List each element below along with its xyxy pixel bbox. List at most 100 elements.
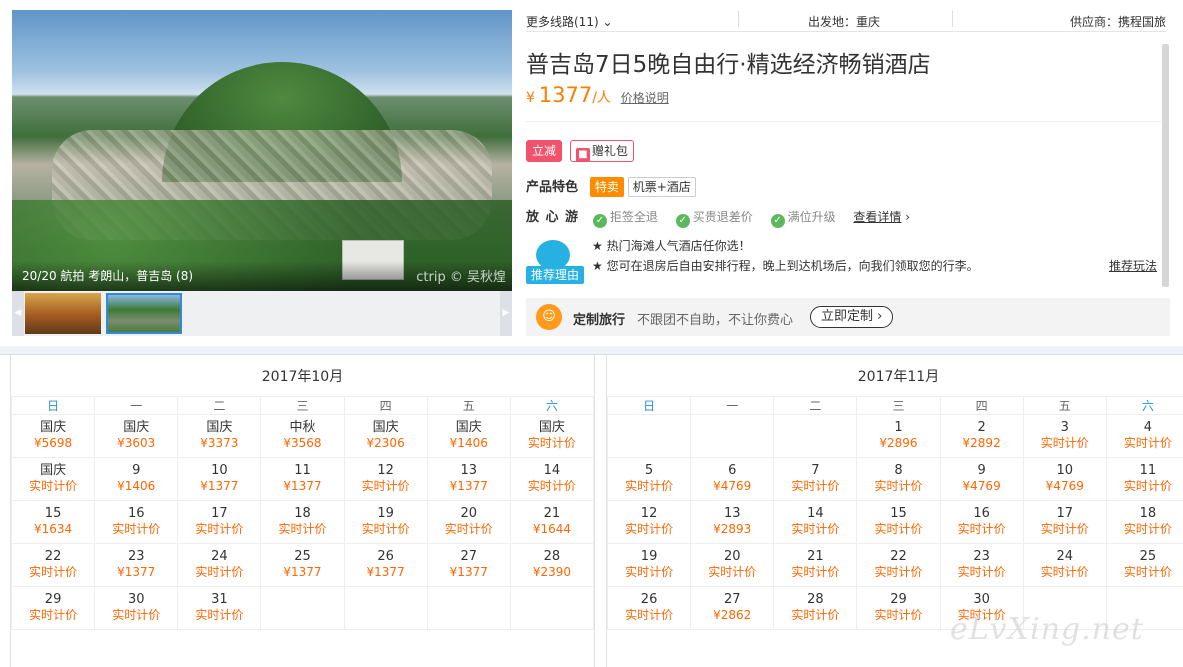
calendar-day-price: ¥2390 bbox=[532, 565, 572, 579]
calendar-day-cell[interactable]: 5 实时计价 bbox=[606, 457, 692, 501]
calendar-day-cell[interactable]: 10 ¥4769 bbox=[1022, 457, 1107, 501]
calendar-day-label: 16 bbox=[127, 506, 145, 521]
calendar-day-cell[interactable]: 4 实时计价 bbox=[1105, 414, 1183, 458]
assurance-item: ✓ 拒签全退 bbox=[592, 210, 658, 228]
price-unit: /人 bbox=[592, 90, 611, 106]
calendar-day-cell[interactable]: 16 实时计价 bbox=[939, 500, 1024, 544]
calendar-day-cell[interactable]: 19 实时计价 bbox=[343, 500, 428, 544]
calendar-day-cell[interactable]: 国庆 实时计价 bbox=[509, 414, 595, 458]
recommend-play-link[interactable]: 推荐玩法 bbox=[1109, 257, 1157, 274]
calendar-day-cell[interactable]: 28 ¥2390 bbox=[509, 543, 595, 587]
calendar-weeks: 1 ¥2896 2 ¥2892 3 实时计价 4 实时计价 5 实时计价 6 ¥4769 7 实时计价 8 实… bbox=[606, 414, 1183, 630]
calendar-day-cell[interactable]: 15 ¥1634 bbox=[10, 500, 96, 544]
calendar-day-price: ¥2896 bbox=[879, 436, 918, 450]
check-icon: ✓ bbox=[675, 214, 690, 228]
calendar-day-cell[interactable]: 24 实时计价 bbox=[1022, 543, 1107, 587]
calendar-day-cell[interactable]: 13 ¥2893 bbox=[690, 500, 775, 544]
hero-photo[interactable]: 20/20 航拍 考朗山，普吉岛 (8) ctrip © 吴秋煌 bbox=[12, 10, 512, 291]
scrollbar[interactable] bbox=[1162, 44, 1169, 287]
calendar-day-cell[interactable]: 国庆 ¥3373 bbox=[177, 414, 262, 458]
thumb-prev-icon[interactable]: ◀ bbox=[12, 291, 24, 336]
calendar-day-cell[interactable]: 23 实时计价 bbox=[939, 543, 1024, 587]
calendar-day-cell[interactable]: 14 实时计价 bbox=[509, 457, 595, 501]
recommend-line: ★ 您可在退房后自由安排行程，晚上到达机场后，向我们领取您的行李。 bbox=[592, 259, 979, 273]
calendar-day-cell[interactable]: 30 实时计价 bbox=[94, 586, 179, 630]
calendar-day-cell[interactable]: 国庆 ¥5698 bbox=[10, 414, 96, 458]
calendar-day-cell[interactable]: 8 实时计价 bbox=[856, 457, 941, 501]
calendar-day-cell[interactable]: 1 ¥2896 bbox=[856, 414, 941, 458]
calendar-day-cell[interactable]: 25 实时计价 bbox=[1105, 543, 1183, 587]
assurance-detail-link[interactable]: 查看详情 bbox=[853, 210, 901, 224]
feature-chip-flight-hotel: 机票+酒店 bbox=[627, 177, 696, 197]
calendar-day-cell[interactable]: 21 实时计价 bbox=[773, 543, 858, 587]
calendar-day-cell[interactable]: 6 ¥4769 bbox=[690, 457, 775, 501]
calendar-day-price: 实时计价 bbox=[195, 608, 244, 622]
calendar-day-cell[interactable]: 19 实时计价 bbox=[606, 543, 692, 587]
weekday-label: 日 bbox=[10, 396, 96, 415]
calendar-day-cell[interactable]: 2 ¥2892 bbox=[939, 414, 1024, 458]
calendar-day-cell[interactable]: 23 ¥1377 bbox=[94, 543, 179, 587]
more-routes-dropdown[interactable]: 更多线路(11) ⌄ bbox=[526, 13, 613, 30]
thumb-next-icon[interactable]: ▶ bbox=[500, 291, 512, 336]
calendar-day-cell[interactable]: 29 实时计价 bbox=[10, 586, 96, 630]
calendar-day-cell[interactable]: 16 实时计价 bbox=[94, 500, 179, 544]
weekday-label: 一 bbox=[94, 396, 179, 415]
calendar-day-cell[interactable]: 25 ¥1377 bbox=[260, 543, 345, 587]
calendar-day-cell[interactable]: 10 ¥1377 bbox=[177, 457, 262, 501]
calendar-day-cell[interactable]: 20 实时计价 bbox=[426, 500, 511, 544]
calendar-day-label: 7 bbox=[811, 463, 820, 478]
calendar-day-cell[interactable]: 17 实时计价 bbox=[177, 500, 262, 544]
calendar-day-label: 17 bbox=[211, 506, 228, 521]
customize-now-button[interactable]: 立即定制 › bbox=[810, 306, 894, 328]
thumbnail-temple[interactable] bbox=[25, 293, 101, 334]
thumbnail-aerial[interactable] bbox=[106, 293, 182, 334]
calendar-day-cell[interactable]: 21 ¥1644 bbox=[509, 500, 595, 544]
calendar-day-cell[interactable]: 22 实时计价 bbox=[856, 543, 941, 587]
calendar-day-cell[interactable]: 27 ¥2862 bbox=[690, 586, 775, 630]
calendar-day-cell[interactable]: 12 实时计价 bbox=[343, 457, 428, 501]
calendar-day-cell[interactable]: 3 实时计价 bbox=[1022, 414, 1107, 458]
calendar-day-price: ¥1377 bbox=[283, 479, 322, 493]
price-explain-link[interactable]: 价格说明 bbox=[621, 91, 669, 105]
calendar-day-cell[interactable]: 29 实时计价 bbox=[856, 586, 941, 630]
calendar-day-label: 27 bbox=[723, 592, 741, 607]
calendar-day-label: 国庆 bbox=[123, 420, 150, 435]
calendar-day-cell[interactable]: 24 实时计价 bbox=[177, 543, 262, 587]
weekday-label: 二 bbox=[773, 396, 858, 415]
calendar-day-cell[interactable]: 18 实时计价 bbox=[260, 500, 345, 544]
calendar-day-cell[interactable]: 9 ¥1406 bbox=[94, 457, 179, 501]
calendar-day-label: 国庆 bbox=[40, 420, 67, 435]
calendar-day-cell[interactable]: 7 实时计价 bbox=[773, 457, 858, 501]
calendar-day-cell[interactable]: 9 ¥4769 bbox=[939, 457, 1024, 501]
calendar-day-price: 实时计价 bbox=[874, 565, 923, 579]
calendar-day-cell[interactable]: 国庆 实时计价 bbox=[10, 457, 96, 501]
instant-discount-tag[interactable]: 立减 bbox=[526, 140, 563, 162]
calendar-day-cell[interactable]: 中秋 ¥3568 bbox=[260, 414, 345, 458]
calendar-day-cell[interactable]: 国庆 ¥2306 bbox=[343, 414, 428, 458]
calendar-day-label: 31 bbox=[211, 592, 228, 607]
calendar-day-label: 24 bbox=[211, 549, 228, 564]
calendar-day-cell[interactable]: 14 实时计价 bbox=[773, 500, 858, 544]
calendar-day-cell[interactable]: 11 ¥1377 bbox=[260, 457, 345, 501]
assurance-item: ✓ 满位升级 bbox=[770, 210, 836, 228]
calendar-day-cell[interactable]: 22 实时计价 bbox=[10, 543, 96, 587]
gift-icon: ■ bbox=[575, 148, 590, 162]
calendar-day-cell[interactable]: 26 实时计价 bbox=[606, 586, 692, 630]
divider bbox=[738, 11, 739, 27]
calendar-day-cell[interactable]: 13 ¥1377 bbox=[426, 457, 511, 501]
calendar-day-cell[interactable]: 28 实时计价 bbox=[773, 586, 858, 630]
calendar-day-cell[interactable]: 26 ¥1377 bbox=[343, 543, 428, 587]
calendar-day-cell[interactable]: 国庆 ¥1406 bbox=[426, 414, 511, 458]
calendar-day-cell[interactable]: 18 实时计价 bbox=[1105, 500, 1183, 544]
calendar-day-cell[interactable]: 12 实时计价 bbox=[606, 500, 692, 544]
gift-pack-tag[interactable]: ■ 赠礼包 bbox=[569, 140, 634, 162]
calendar-day-cell[interactable]: 17 实时计价 bbox=[1022, 500, 1107, 544]
calendar-day-cell[interactable]: 15 实时计价 bbox=[856, 500, 941, 544]
calendar-day-cell[interactable]: 27 ¥1377 bbox=[426, 543, 511, 587]
calendar-day-label: 14 bbox=[807, 506, 824, 521]
calendar-day-cell[interactable]: 31 实时计价 bbox=[177, 586, 262, 630]
calendar-day-price: 实时计价 bbox=[527, 479, 576, 493]
calendar-day-cell[interactable]: 国庆 ¥3603 bbox=[94, 414, 179, 458]
calendar-day-cell[interactable]: 20 实时计价 bbox=[690, 543, 775, 587]
calendar-day-cell[interactable]: 11 实时计价 bbox=[1105, 457, 1183, 501]
